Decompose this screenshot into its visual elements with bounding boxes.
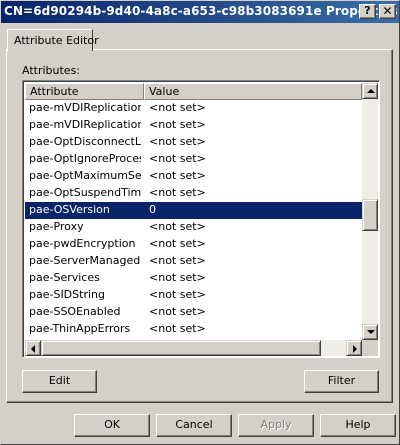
list-item[interactable]: pae-mVDIReplication... <not set> [25, 117, 362, 134]
attribute-name: pae-mVDIReplication... [29, 101, 141, 114]
apply-button[interactable]: Apply [238, 414, 314, 437]
attribute-value: <not set> [149, 135, 206, 148]
attribute-value: <not set> [149, 118, 206, 131]
list-item[interactable]: pae-ServerManaged <not set> [25, 253, 362, 270]
attribute-value: <not set> [149, 237, 206, 250]
attribute-name: pae-ThinAppErrors [29, 322, 131, 335]
scrollbar-corner [362, 340, 378, 356]
attribute-name: pae-mVDIReplication... [29, 118, 141, 131]
column-header-attribute[interactable]: Attribute [25, 83, 144, 100]
list-item[interactable]: pae-OptDisconnectLi... <not set> [25, 134, 362, 151]
list-item[interactable]: pae-SSOEnabled <not set> [25, 304, 362, 321]
attribute-value: <not set> [149, 169, 206, 182]
scroll-up-button[interactable] [362, 83, 378, 99]
attribute-value: <not set> [149, 220, 206, 233]
help-button[interactable]: Help [320, 414, 396, 437]
attribute-value: <not set> [149, 305, 206, 318]
ok-button[interactable]: OK [74, 414, 150, 437]
scroll-right-button[interactable] [346, 340, 362, 356]
list-item[interactable]: pae-ThinAppErrors <not set> [25, 321, 362, 338]
list-rows: pae-mVDIReplication...<not set>pae-mVDIR… [25, 100, 362, 357]
column-header-value[interactable]: Value [144, 83, 362, 100]
attribute-value: <not set> [149, 271, 206, 284]
scroll-left-button[interactable] [25, 340, 41, 356]
title-bar[interactable]: CN=6d90294b-9d40-4a8c-a653-c98b3083691e … [1, 1, 399, 23]
attribute-name: pae-OptIgnoreProces... [29, 152, 141, 165]
horizontal-scrollbar[interactable] [25, 340, 362, 356]
attribute-name: pae-OptMaximumSes... [29, 169, 141, 182]
list-item[interactable]: pae-pwdEncryption <not set> [25, 236, 362, 253]
attribute-value: <not set> [149, 101, 206, 114]
vertical-scroll-thumb[interactable] [362, 199, 378, 231]
attribute-name: pae-OSVersion [29, 203, 110, 216]
cancel-button[interactable]: Cancel [156, 414, 232, 437]
attribute-value: <not set> [149, 152, 206, 165]
attribute-name: pae-ServerManaged [29, 254, 141, 267]
help-icon[interactable]: ? [359, 4, 376, 19]
attribute-value: <not set> [149, 322, 206, 335]
arrow-right-icon [353, 345, 357, 353]
list-item[interactable]: pae-OptSuspendTime... <not set> [25, 185, 362, 202]
arrow-left-icon [31, 345, 35, 353]
attribute-name: pae-SSOEnabled [29, 305, 121, 318]
arrow-up-icon [367, 89, 375, 93]
attribute-value: <not set> [149, 254, 206, 267]
list-item[interactable]: pae-OSVersion 0 [25, 202, 362, 219]
attribute-name: pae-pwdEncryption [29, 237, 136, 250]
attributes-list[interactable]: Attribute Value pae-mVDIReplication... <n… [22, 80, 380, 358]
attribute-name: pae-Proxy [29, 220, 84, 233]
attributes-label: Attributes: [22, 64, 81, 77]
properties-dialog: CN=6d90294b-9d40-4a8c-a653-c98b3083691e … [0, 0, 400, 445]
filter-button[interactable]: Filter [304, 370, 379, 393]
vertical-scrollbar[interactable] [362, 83, 378, 340]
list-item[interactable]: pae-SIDString <not set> [25, 287, 362, 304]
attribute-value: <not set> [149, 288, 206, 301]
list-item[interactable]: pae-mVDIReplication... <not set> [25, 100, 362, 117]
list-item[interactable]: pae-Proxy <not set> [25, 219, 362, 236]
arrow-down-icon [367, 330, 375, 334]
attribute-name: pae-OptDisconnectLi... [29, 135, 141, 148]
attribute-name: pae-SIDString [29, 288, 105, 301]
tab-attribute-editor[interactable]: Attribute Editor [7, 29, 99, 51]
close-icon[interactable]: ✕ [379, 4, 396, 19]
attribute-name: pae-OptSuspendTime... [29, 186, 141, 199]
attribute-value: <not set> [149, 186, 206, 199]
attribute-value: 0 [149, 203, 156, 216]
horizontal-scroll-thumb[interactable] [41, 340, 321, 356]
scroll-down-button[interactable] [362, 324, 378, 340]
list-item[interactable]: pae-OptIgnoreProces... <not set> [25, 151, 362, 168]
list-item[interactable]: pae-OptMaximumSes... <not set> [25, 168, 362, 185]
list-item[interactable]: pae-Services <not set> [25, 270, 362, 287]
edit-button[interactable]: Edit [22, 370, 97, 393]
window-title: CN=6d90294b-9d40-4a8c-a653-c98b3083691e … [4, 4, 398, 18]
attribute-name: pae-Services [29, 271, 100, 284]
